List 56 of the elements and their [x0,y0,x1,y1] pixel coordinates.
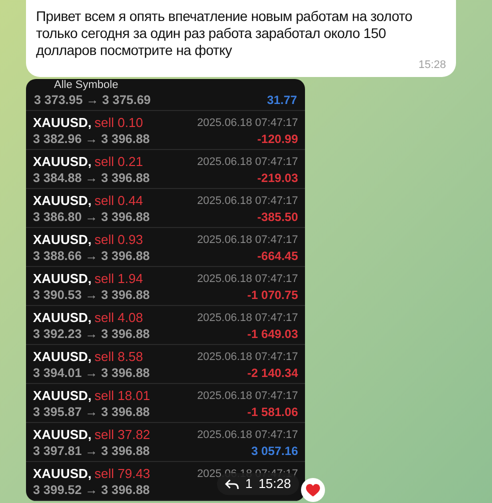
symbol: XAUUSD, [33,349,92,365]
trade-date: 2025.06.18 07:47:17 [197,194,298,209]
symbol: XAUUSD, [33,193,92,209]
price-range: 3 394.01 → 3 396.88 [33,365,150,381]
profit-value: -385.50 [257,209,298,225]
trade-side: sell 1.94 [94,271,143,287]
reaction-button[interactable] [301,478,325,502]
price-range: 3 384.88 → 3 396.88 [33,170,150,186]
symbol: XAUUSD, [33,154,92,170]
price-range: 3 373.95 → 3 375.69 [34,92,151,109]
price-range: 3 399.52 → 3 396.88 [33,482,150,498]
symbol: XAUUSD, [33,271,92,287]
price-range: 3 397.81 → 3 396.88 [33,443,150,459]
trade-date: 2025.06.18 07:47:17 [197,116,298,131]
symbol: XAUUSD, [33,115,92,131]
profit-value: -1 070.75 [247,287,298,303]
trade-date: 2025.06.18 07:47:17 [197,311,298,326]
trade-side: sell 37.82 [94,427,150,443]
price-range: 3 390.53 → 3 396.88 [33,287,150,303]
profit-value: -664.45 [257,248,298,264]
profit-value: -2 140.34 [247,365,298,381]
symbol: XAUUSD, [33,466,92,482]
price-range: 3 388.66 → 3 396.88 [33,248,150,264]
price-range: 3 382.96 → 3 396.88 [33,131,150,147]
profit-value: 3 057.16 [251,443,298,459]
profit-value: 31.77 [266,92,297,110]
trade-date: 2025.06.18 07:47:17 [197,389,298,404]
symbol: XAUUSD, [33,388,92,404]
price-range: 3 386.80 → 3 396.88 [33,209,150,225]
trade-side: sell 4.08 [94,310,143,326]
trade-side: sell 8.58 [94,349,143,365]
trade-date: 2025.06.18 07:47:17 [197,428,298,443]
trade-side: sell 0.21 [94,154,143,170]
profit-value: -1 649.03 [247,326,298,342]
symbol: XAUUSD, [33,310,92,326]
profit-value: -120.99 [257,131,298,147]
price-range: 3 392.23 → 3 396.88 [33,326,150,342]
screen-title: Alle Symbole [54,79,120,91]
profit-value: -219.03 [257,170,298,186]
price-range: 3 395.87 → 3 396.88 [33,404,150,420]
trade-side: sell 0.93 [94,232,143,248]
symbol: XAUUSD, [33,427,92,443]
trade-date: 2025.06.18 07:47:17 [197,233,298,248]
profit-value: -1 581.06 [247,404,298,420]
trade-date: 2025.06.18 07:47:17 [197,272,298,287]
trade-side: sell 79.43 [94,466,150,482]
reply-icon [225,478,240,490]
trade-date: 2025.06.18 07:47:17 [197,155,298,170]
trade-date: 2025.06.18 07:47:17 [197,350,298,365]
heart-icon [306,484,320,496]
trade-side: sell 18.01 [94,388,150,404]
message-time: 15:28 [418,59,446,71]
trade-side: sell 0.44 [94,193,143,209]
symbol: XAUUSD, [33,232,92,248]
trade-side: sell 0.10 [94,115,143,131]
message-text: Привет всем я опять впечатление новым работам на золото только сегодня за один раз работа заработал около 150 долларов посмотрите на фотку [36,8,414,59]
